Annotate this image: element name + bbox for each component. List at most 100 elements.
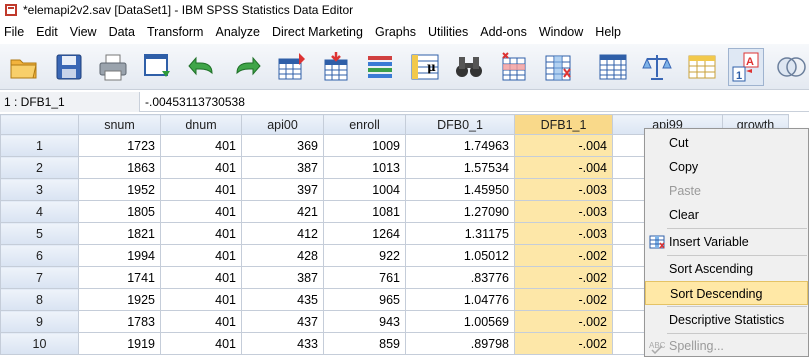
menu-edit[interactable]: Edit [30, 22, 64, 42]
cell-snum[interactable]: 1919 [78, 332, 161, 355]
menu-direct-marketing[interactable]: Direct Marketing [266, 22, 369, 42]
menu-help[interactable]: Help [589, 22, 627, 42]
cell-dfb0[interactable]: 1.27090 [405, 200, 515, 223]
cell-dnum[interactable]: 401 [160, 134, 242, 157]
recall-dialog-button[interactable] [140, 48, 177, 86]
row-header[interactable]: 6 [0, 244, 79, 267]
run-descriptives-button[interactable]: μ [407, 48, 444, 86]
cell-dfb1[interactable]: -.003 [514, 222, 613, 245]
row-header[interactable]: 4 [0, 200, 79, 223]
menu-analyze[interactable]: Analyze [209, 22, 265, 42]
cell-dfb0[interactable]: 1.57534 [405, 156, 515, 179]
menu-file[interactable]: File [0, 22, 30, 42]
cell-snum[interactable]: 1805 [78, 200, 161, 223]
context-item-sort-ascending[interactable]: Sort Ascending [645, 257, 808, 281]
cell-snum[interactable]: 1821 [78, 222, 161, 245]
corner-cell[interactable] [0, 114, 79, 135]
column-header-api00[interactable]: api00 [241, 114, 324, 135]
context-item-cut[interactable]: Cut [645, 131, 808, 155]
cell-dfb1[interactable]: -.003 [514, 178, 613, 201]
cell-dnum[interactable]: 401 [160, 244, 242, 267]
cell-dfb1[interactable]: -.002 [514, 332, 613, 355]
cell-enroll[interactable]: 859 [323, 332, 406, 355]
cell-dfb0[interactable]: 1.00569 [405, 310, 515, 333]
cell-dfb1[interactable]: -.002 [514, 310, 613, 333]
cell-enroll[interactable]: 1009 [323, 134, 406, 157]
save-button[interactable] [51, 48, 88, 86]
cell-api00[interactable]: 412 [241, 222, 324, 245]
cell-snum[interactable]: 1994 [78, 244, 161, 267]
go-to-case-button[interactable] [273, 48, 310, 86]
cell-dfb0[interactable]: 1.05012 [405, 244, 515, 267]
cell-api00[interactable]: 437 [241, 310, 324, 333]
cell-snum[interactable]: 1723 [78, 134, 161, 157]
cell-api00[interactable]: 433 [241, 332, 324, 355]
cell-enroll[interactable]: 1004 [323, 178, 406, 201]
menu-add-ons[interactable]: Add-ons [474, 22, 533, 42]
open-button[interactable] [6, 48, 43, 86]
cell-dfb1[interactable]: -.004 [514, 156, 613, 179]
menu-view[interactable]: View [64, 22, 103, 42]
cell-api00[interactable]: 387 [241, 156, 324, 179]
cell-enroll[interactable]: 943 [323, 310, 406, 333]
row-header[interactable]: 3 [0, 178, 79, 201]
cell-snum[interactable]: 1741 [78, 266, 161, 289]
cell-enroll[interactable]: 1081 [323, 200, 406, 223]
cell-enroll[interactable]: 965 [323, 288, 406, 311]
context-item-copy[interactable]: Copy [645, 155, 808, 179]
cell-dnum[interactable]: 401 [160, 222, 242, 245]
cell-api00[interactable]: 435 [241, 288, 324, 311]
find-button[interactable] [451, 48, 488, 86]
cell-api00[interactable]: 428 [241, 244, 324, 267]
cell-dnum[interactable]: 401 [160, 200, 242, 223]
cell-dnum[interactable]: 401 [160, 332, 242, 355]
cell-dfb0[interactable]: 1.31175 [405, 222, 515, 245]
column-header-dfb1-1[interactable]: DFB1_1 [514, 114, 613, 135]
cell-api00[interactable]: 369 [241, 134, 324, 157]
menu-utilities[interactable]: Utilities [422, 22, 474, 42]
row-header[interactable]: 5 [0, 222, 79, 245]
go-to-variable-button[interactable] [318, 48, 355, 86]
undo-button[interactable] [184, 48, 221, 86]
cell-snum[interactable]: 1863 [78, 156, 161, 179]
context-item-clear[interactable]: Clear [645, 203, 808, 227]
print-button[interactable] [95, 48, 132, 86]
menu-window[interactable]: Window [533, 22, 589, 42]
cell-api00[interactable]: 387 [241, 266, 324, 289]
row-header[interactable]: 1 [0, 134, 79, 157]
use-variable-sets-button[interactable] [772, 48, 809, 86]
cell-dnum[interactable]: 401 [160, 310, 242, 333]
weight-cases-button[interactable] [639, 48, 676, 86]
cell-dfb1[interactable]: -.004 [514, 134, 613, 157]
row-header[interactable]: 8 [0, 288, 79, 311]
column-header-enroll[interactable]: enroll [323, 114, 406, 135]
cell-dnum[interactable]: 401 [160, 266, 242, 289]
cell-dfb0[interactable]: 1.74963 [405, 134, 515, 157]
cell-enroll[interactable]: 1013 [323, 156, 406, 179]
cell-api00[interactable]: 421 [241, 200, 324, 223]
cell-dfb1[interactable]: -.002 [514, 266, 613, 289]
cell-snum[interactable]: 1925 [78, 288, 161, 311]
context-item-descriptive-statistics[interactable]: Descriptive Statistics [645, 308, 808, 332]
cell-dnum[interactable]: 401 [160, 178, 242, 201]
cell-snum[interactable]: 1783 [78, 310, 161, 333]
menu-graphs[interactable]: Graphs [369, 22, 422, 42]
cell-enroll[interactable]: 922 [323, 244, 406, 267]
column-header-dnum[interactable]: dnum [160, 114, 242, 135]
menu-transform[interactable]: Transform [141, 22, 210, 42]
insert-cases-button[interactable] [496, 48, 533, 86]
variables-button[interactable] [362, 48, 399, 86]
cell-dfb0[interactable]: 1.04776 [405, 288, 515, 311]
cell-api00[interactable]: 397 [241, 178, 324, 201]
row-header[interactable]: 9 [0, 310, 79, 333]
cell-dfb0[interactable]: .89798 [405, 332, 515, 355]
cell-dfb0[interactable]: .83776 [405, 266, 515, 289]
row-header[interactable]: 7 [0, 266, 79, 289]
context-item-insert-variable[interactable]: Insert Variable [645, 230, 808, 254]
cell-dfb1[interactable]: -.002 [514, 288, 613, 311]
column-header-dfb0-1[interactable]: DFB0_1 [405, 114, 515, 135]
cell-value-input[interactable]: -.00453113730538 [140, 95, 245, 109]
cell-dfb0[interactable]: 1.45950 [405, 178, 515, 201]
row-header[interactable]: 10 [0, 332, 79, 355]
cell-dfb1[interactable]: -.003 [514, 200, 613, 223]
